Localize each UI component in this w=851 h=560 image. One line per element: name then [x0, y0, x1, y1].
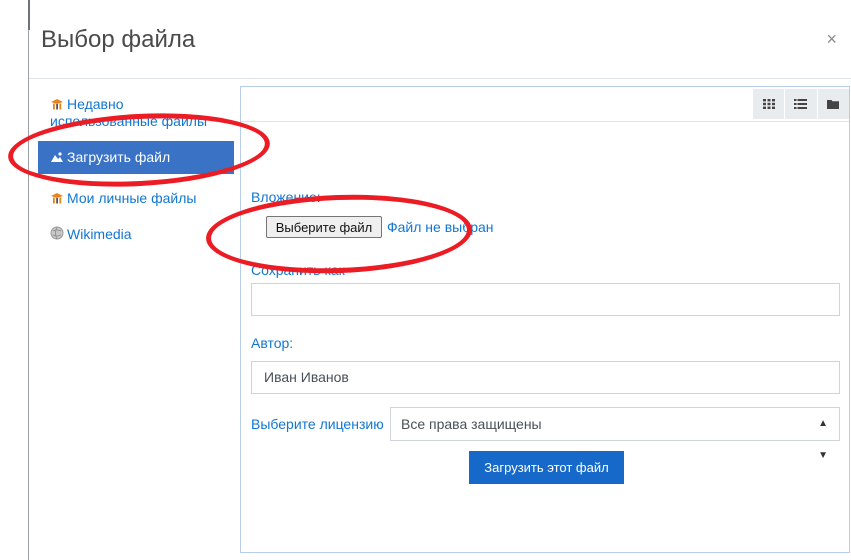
- author-input[interactable]: Иван Иванов: [251, 361, 840, 394]
- dialog-title: Выбор файла: [41, 26, 196, 53]
- sidebar-item-label: Мои личные файлы: [67, 190, 197, 206]
- view-toolbar: [241, 87, 849, 122]
- moodle-hat-icon: [50, 191, 64, 204]
- icons-view-icon[interactable]: [753, 89, 785, 119]
- sidebar-item-recent-files[interactable]: Недавно использованные файлы: [38, 92, 234, 134]
- sidebar-item-wikimedia[interactable]: Wikimedia: [38, 222, 234, 247]
- moodle-hat-icon: [50, 97, 64, 110]
- wikimedia-globe-icon: [50, 226, 64, 240]
- sidebar-item-upload-file[interactable]: Загрузить файл: [38, 141, 234, 174]
- save-as-input[interactable]: [251, 283, 840, 316]
- page-edge-line: [28, 0, 29, 560]
- sidebar-item-label: Загрузить файл: [67, 149, 171, 165]
- license-select-value: Все права защищены: [401, 416, 542, 432]
- header-divider: [29, 78, 851, 79]
- view-switcher: [753, 89, 849, 119]
- sidebar-item-label-continued: использованные файлы: [50, 113, 208, 129]
- upload-this-file-button[interactable]: Загрузить этот файл: [469, 451, 624, 484]
- select-caret-icon: ▲ ▼: [818, 418, 828, 461]
- page-edge-mark: [28, 0, 30, 30]
- save-as-label: Сохранить как: [251, 262, 345, 278]
- choose-file-button[interactable]: Выберите файл: [266, 216, 382, 238]
- author-label: Автор:: [251, 335, 294, 351]
- license-label: Выберите лицензию: [251, 416, 384, 432]
- license-select[interactable]: Все права защищены ▲ ▼: [390, 407, 840, 461]
- no-file-chosen-text: Файл не выбран: [387, 219, 494, 235]
- sidebar-item-private-files[interactable]: Мои личные файлы: [38, 186, 234, 211]
- close-icon[interactable]: ×: [826, 30, 837, 48]
- list-view-icon[interactable]: [784, 89, 817, 119]
- sidebar-item-label: Недавно: [67, 96, 124, 112]
- upload-icon: [50, 150, 64, 162]
- sidebar-item-label: Wikimedia: [67, 226, 132, 242]
- attachment-label: Вложение:: [251, 189, 321, 205]
- tree-view-icon[interactable]: [816, 89, 849, 119]
